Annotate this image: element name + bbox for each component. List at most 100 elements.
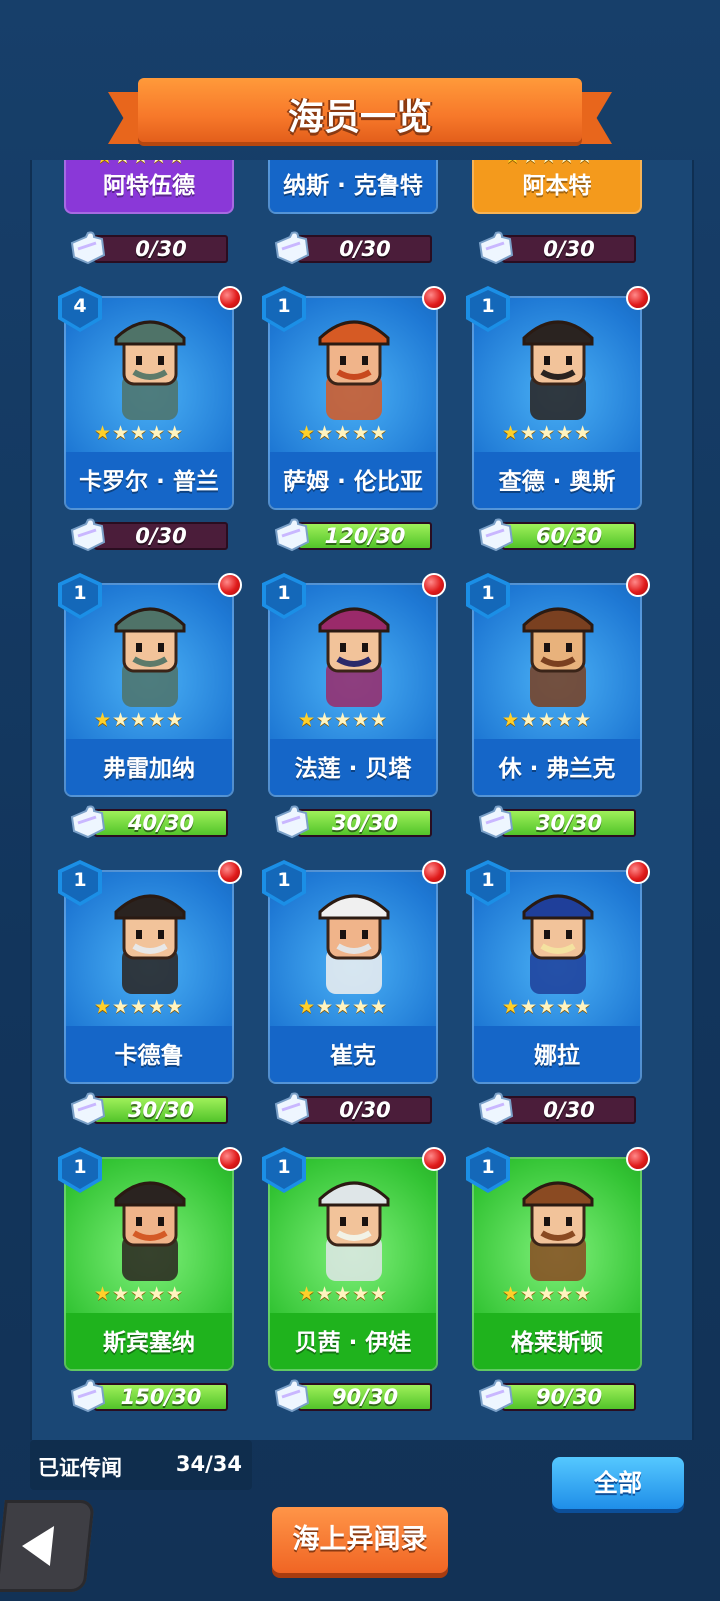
crew-portrait xyxy=(318,1181,390,1281)
level-number: 1 xyxy=(73,869,87,891)
puzzle-piece-icon xyxy=(478,1092,514,1126)
page-title: 海员一览 xyxy=(287,97,432,138)
crew-card[interactable]: ★★★★★ 阿本特 xyxy=(472,160,642,214)
crew-card[interactable]: ★★★★★ 弗雷加纳 1 xyxy=(58,573,242,797)
crew-name: 弗雷加纳 xyxy=(103,756,195,782)
level-badge: 1 xyxy=(466,860,510,906)
level-number: 1 xyxy=(73,1156,87,1178)
puzzle-piece-icon xyxy=(70,1092,106,1126)
progress-text: 30/30 xyxy=(127,1098,195,1122)
crew-name: 崔克 xyxy=(330,1043,376,1069)
notification-dot xyxy=(218,286,242,310)
progress-text: 0/30 xyxy=(339,237,391,261)
level-number: 4 xyxy=(73,295,87,317)
crew-portrait xyxy=(522,320,594,420)
crew-card[interactable]: ★★★★★ 崔克 1 xyxy=(262,860,446,1084)
crew-portrait xyxy=(114,607,186,707)
level-badge: 1 xyxy=(466,286,510,332)
puzzle-piece-icon xyxy=(70,805,106,839)
crew-name: 萨姆 · 伦比亚 xyxy=(283,469,423,495)
shard-progress: 0/30 xyxy=(68,518,234,554)
level-number: 1 xyxy=(481,582,495,604)
notification-dot xyxy=(626,860,650,884)
star-rating: ★★★★★ xyxy=(94,422,185,444)
rumor-counter: 已证传闻 34/34 xyxy=(30,1440,252,1490)
puzzle-piece-icon xyxy=(70,1379,106,1413)
progress-text: 0/30 xyxy=(543,1098,595,1122)
shard-progress: 90/30 xyxy=(476,1379,642,1415)
crew-grid[interactable]: ★★★★★ 阿特伍德 ★★★★★ 纳斯 · 克鲁特 ★★★★★ 阿本特 0/30… xyxy=(30,160,694,1440)
star-rating: ★★★★★ xyxy=(502,1283,593,1305)
progress-text: 120/30 xyxy=(324,524,406,548)
crew-name: 格莱斯顿 xyxy=(511,1330,603,1356)
shard-progress: 0/30 xyxy=(476,231,642,267)
crew-card[interactable]: ★★★★★ 纳斯 · 克鲁特 xyxy=(268,160,438,214)
crew-card[interactable]: ★★★★★ 休 · 弗兰克 1 xyxy=(466,573,650,797)
notification-dot xyxy=(422,573,446,597)
crew-card[interactable]: ★★★★★ 卡德鲁 1 xyxy=(58,860,242,1084)
crew-portrait xyxy=(114,894,186,994)
crew-name: 法莲 · 贝塔 xyxy=(294,756,412,782)
crew-card[interactable]: ★★★★★ 格莱斯顿 1 xyxy=(466,1147,650,1371)
sea-stories-button[interactable]: 海上异闻录 xyxy=(272,1507,448,1573)
notification-dot xyxy=(626,573,650,597)
notification-dot xyxy=(626,286,650,310)
notification-dot xyxy=(218,860,242,884)
crew-portrait xyxy=(318,320,390,420)
crew-card[interactable]: ★★★★★ 法莲 · 贝塔 1 xyxy=(262,573,446,797)
progress-text: 30/30 xyxy=(331,811,399,835)
shard-progress: 30/30 xyxy=(476,805,642,841)
crew-portrait xyxy=(522,894,594,994)
notification-dot xyxy=(218,1147,242,1171)
star-rating: ★★★★★ xyxy=(502,709,593,731)
crew-card[interactable]: ★★★★★ 贝茜 · 伊娃 1 xyxy=(262,1147,446,1371)
level-badge: 1 xyxy=(262,1147,306,1193)
level-number: 1 xyxy=(277,869,291,891)
star-rating: ★★★★★ xyxy=(94,1283,185,1305)
shard-progress: 120/30 xyxy=(272,518,438,554)
puzzle-piece-icon xyxy=(274,518,310,552)
level-badge: 1 xyxy=(58,573,102,619)
level-number: 1 xyxy=(481,295,495,317)
crew-card[interactable]: ★★★★★ 卡罗尔 · 普兰 4 xyxy=(58,286,242,510)
star-rating: ★★★★★ xyxy=(298,996,389,1018)
crew-name: 阿特伍德 xyxy=(103,173,195,199)
rumor-counter-value: 34/34 xyxy=(175,1452,242,1476)
puzzle-piece-icon xyxy=(70,231,106,265)
star-rating: ★★★★★ xyxy=(298,709,389,731)
card-body: ★★★★★ 纳斯 · 克鲁特 xyxy=(268,160,438,214)
star-rating: ★★★★★ xyxy=(502,996,593,1018)
crew-card[interactable]: ★★★★★ 查德 · 奥斯 1 xyxy=(466,286,650,510)
back-button[interactable] xyxy=(0,1500,95,1592)
star-rating: ★★★★★ xyxy=(298,1283,389,1305)
crew-name: 娜拉 xyxy=(534,1043,580,1069)
crew-portrait xyxy=(318,894,390,994)
level-badge: 1 xyxy=(466,573,510,619)
level-number: 1 xyxy=(481,869,495,891)
shard-progress: 0/30 xyxy=(68,231,234,267)
banner-plate: 海员一览 xyxy=(138,78,582,142)
shard-progress: 0/30 xyxy=(476,1092,642,1128)
back-arrow-icon xyxy=(19,1526,55,1566)
level-badge: 1 xyxy=(262,573,306,619)
filter-all-button[interactable]: 全部 xyxy=(552,1457,684,1509)
level-number: 1 xyxy=(277,295,291,317)
puzzle-piece-icon xyxy=(274,1092,310,1126)
card-body: ★★★★★ 阿本特 xyxy=(472,160,642,214)
crew-name: 阿本特 xyxy=(522,173,592,199)
crew-card[interactable]: ★★★★★ 阿特伍德 xyxy=(64,160,234,214)
progress-text: 30/30 xyxy=(535,811,603,835)
level-number: 1 xyxy=(73,582,87,604)
crew-card[interactable]: ★★★★★ 斯宾塞纳 1 xyxy=(58,1147,242,1371)
notification-dot xyxy=(422,286,446,310)
level-badge: 1 xyxy=(58,1147,102,1193)
crew-card[interactable]: ★★★★★ 萨姆 · 伦比亚 1 xyxy=(262,286,446,510)
puzzle-piece-icon xyxy=(274,805,310,839)
notification-dot xyxy=(626,1147,650,1171)
crew-name: 卡德鲁 xyxy=(114,1043,184,1069)
shard-progress: 60/30 xyxy=(476,518,642,554)
crew-card[interactable]: ★★★★★ 娜拉 1 xyxy=(466,860,650,1084)
level-number: 1 xyxy=(277,582,291,604)
notification-dot xyxy=(218,573,242,597)
level-badge: 1 xyxy=(466,1147,510,1193)
